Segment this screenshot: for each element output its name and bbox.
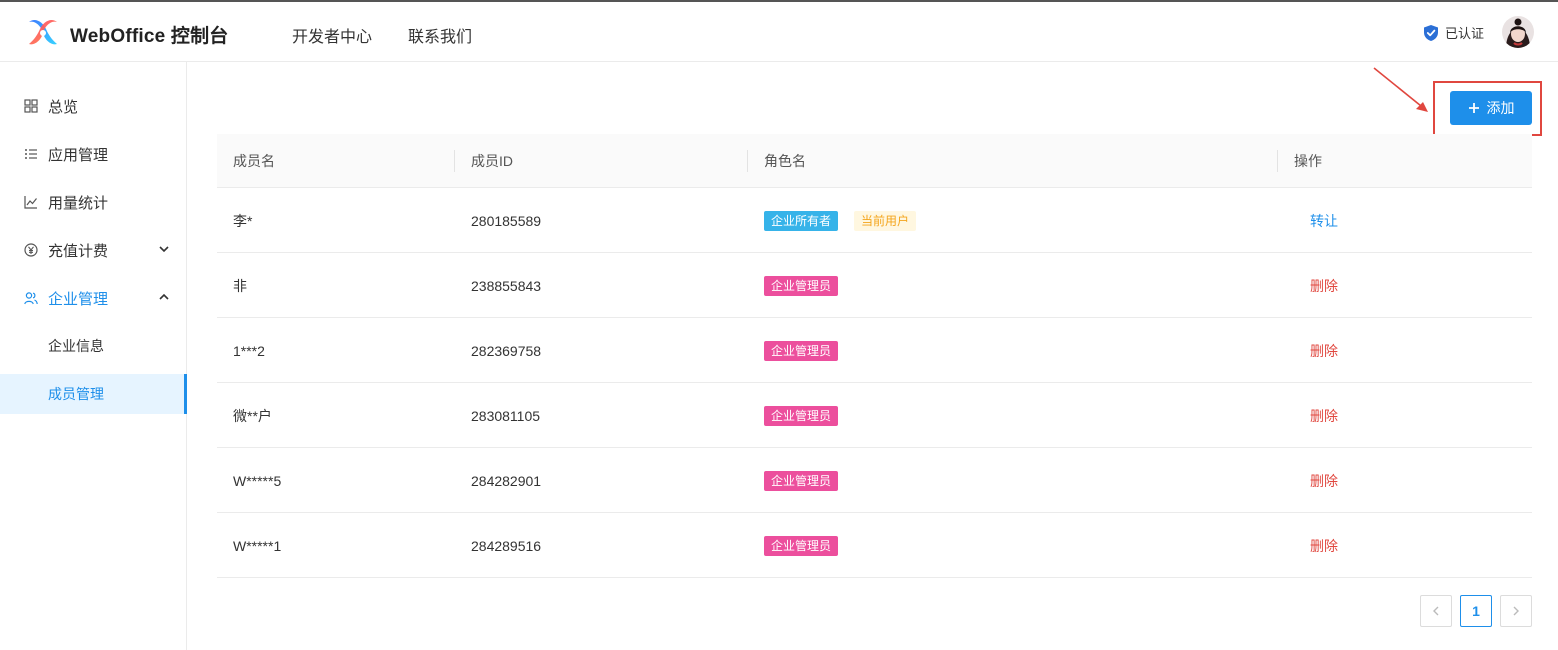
sidebar-item-label: 用量统计	[48, 194, 109, 212]
column-header-actions: 操作	[1294, 153, 1322, 169]
annotation-arrow-icon	[1373, 67, 1428, 112]
column-header-role: 角色名	[764, 153, 806, 169]
member-name-cell: 1***2	[233, 342, 265, 359]
delete-link[interactable]: 删除	[1310, 471, 1338, 491]
sidebar-item-usage-stats[interactable]: 用量统计	[0, 178, 186, 226]
role-tag-admin: 企业管理员	[764, 340, 839, 361]
sidebar-item-label: 企业管理	[48, 290, 109, 308]
verified-status: 已认证	[1423, 23, 1484, 42]
action-cell: 删除	[1310, 513, 1338, 578]
member-id-cell: 280185589	[471, 212, 542, 229]
pagination-page-button[interactable]: 1	[1460, 595, 1492, 627]
add-member-button[interactable]: 添加	[1450, 91, 1532, 125]
member-name-cell: 微**户	[233, 407, 272, 424]
sidebar-subitem-enterprise-info[interactable]: 企业信息	[0, 326, 186, 366]
role-cell: 企业管理员	[764, 318, 839, 383]
chevron-down-icon	[159, 246, 169, 253]
role-tag-admin: 企业管理员	[764, 275, 839, 296]
table-row: 非 238855843 企业管理员 删除	[217, 253, 1532, 318]
role-cell: 企业管理员	[764, 448, 839, 513]
sidebar-subitem-member-management[interactable]: 成员管理	[0, 374, 187, 414]
table-row: W*****1 284289516 企业管理员 删除	[217, 513, 1532, 578]
sidebar-item-overview[interactable]: 总览	[0, 82, 186, 130]
role-cell: 企业管理员	[764, 513, 839, 578]
role-tag-owner: 企业所有者	[764, 210, 839, 231]
users-icon	[24, 292, 38, 305]
chevron-left-icon	[1433, 606, 1439, 616]
column-divider	[454, 150, 455, 172]
list-icon	[25, 149, 37, 159]
line-chart-icon	[24, 196, 37, 209]
verified-label: 已认证	[1445, 26, 1485, 41]
user-avatar-icon	[1502, 16, 1534, 48]
column-divider	[1277, 150, 1278, 172]
nav-contact-us[interactable]: 联系我们	[408, 23, 472, 47]
member-name-cell: 李*	[233, 212, 253, 229]
table-header: 成员名 成员ID 角色名 操作	[217, 134, 1532, 188]
member-id-cell: 282369758	[471, 342, 542, 359]
add-button-label: 添加	[1486, 100, 1515, 116]
member-id-cell: 284289516	[471, 537, 542, 554]
grid-icon	[24, 99, 38, 113]
sidebar-item-label: 总览	[48, 98, 79, 116]
member-id-cell: 283081105	[471, 407, 541, 424]
table-row: 李* 280185589 企业所有者 当前用户 转让	[217, 188, 1532, 253]
sidebar-item-label: 充值计费	[48, 242, 109, 260]
delete-link[interactable]: 删除	[1310, 341, 1338, 361]
action-cell: 删除	[1310, 448, 1338, 513]
sidebar-item-app-management[interactable]: 应用管理	[0, 130, 186, 178]
table-row: W*****5 284282901 企业管理员 删除	[217, 448, 1532, 513]
action-cell: 转让	[1310, 188, 1338, 253]
role-cell: 企业管理员	[764, 253, 839, 318]
role-cell: 企业所有者 当前用户	[764, 188, 917, 253]
column-divider	[747, 150, 748, 172]
member-name-cell: W*****5	[233, 472, 282, 489]
member-name-cell: 非	[233, 277, 247, 294]
delete-link[interactable]: 删除	[1310, 536, 1338, 556]
sidebar: 总览 应用管理 用量统计 充值计费 企业管理 企业信息 成员管理	[0, 62, 187, 650]
sidebar-item-enterprise-management[interactable]: 企业管理	[0, 274, 186, 322]
table-row: 1***2 282369758 企业管理员 删除	[217, 318, 1532, 383]
top-bar: WebOffice 控制台 开发者中心 联系我们 已认证	[0, 0, 1558, 62]
pagination-prev-button[interactable]	[1420, 595, 1452, 627]
nav-developer-center[interactable]: 开发者中心	[292, 23, 372, 47]
transfer-link[interactable]: 转让	[1310, 211, 1338, 231]
delete-link[interactable]: 删除	[1310, 406, 1338, 426]
action-cell: 删除	[1310, 383, 1338, 448]
sidebar-item-label: 应用管理	[48, 146, 109, 164]
role-cell: 企业管理员	[764, 383, 839, 448]
action-cell: 删除	[1310, 253, 1338, 318]
role-tag-admin: 企业管理员	[764, 470, 839, 491]
member-name-cell: W*****1	[233, 537, 282, 554]
yen-circle-icon	[24, 243, 38, 257]
members-table: 成员名 成员ID 角色名 操作 李* 280185589 企业所有者 当前用户 …	[217, 134, 1532, 578]
action-cell: 删除	[1310, 318, 1338, 383]
member-id-cell: 238855843	[471, 277, 542, 294]
current-user-badge: 当前用户	[854, 210, 917, 231]
sidebar-item-billing[interactable]: 充值计费	[0, 226, 186, 274]
column-header-member-name: 成员名	[233, 153, 275, 169]
role-tag-admin: 企业管理员	[764, 405, 839, 426]
table-row: 微**户 283081105 企业管理员 删除	[217, 383, 1532, 448]
pagination-next-button[interactable]	[1500, 595, 1532, 627]
plus-icon	[1468, 103, 1479, 113]
role-tag-admin: 企业管理员	[764, 535, 839, 556]
weboffice-logo-icon[interactable]	[26, 18, 60, 48]
avatar[interactable]	[1502, 16, 1534, 48]
brand-title[interactable]: WebOffice 控制台	[70, 21, 229, 48]
member-id-cell: 284282901	[471, 472, 542, 489]
delete-link[interactable]: 删除	[1310, 276, 1338, 296]
chevron-right-icon	[1513, 606, 1519, 616]
shield-check-icon	[1424, 24, 1438, 41]
chevron-up-icon	[159, 293, 169, 300]
column-header-member-id: 成员ID	[471, 153, 513, 169]
